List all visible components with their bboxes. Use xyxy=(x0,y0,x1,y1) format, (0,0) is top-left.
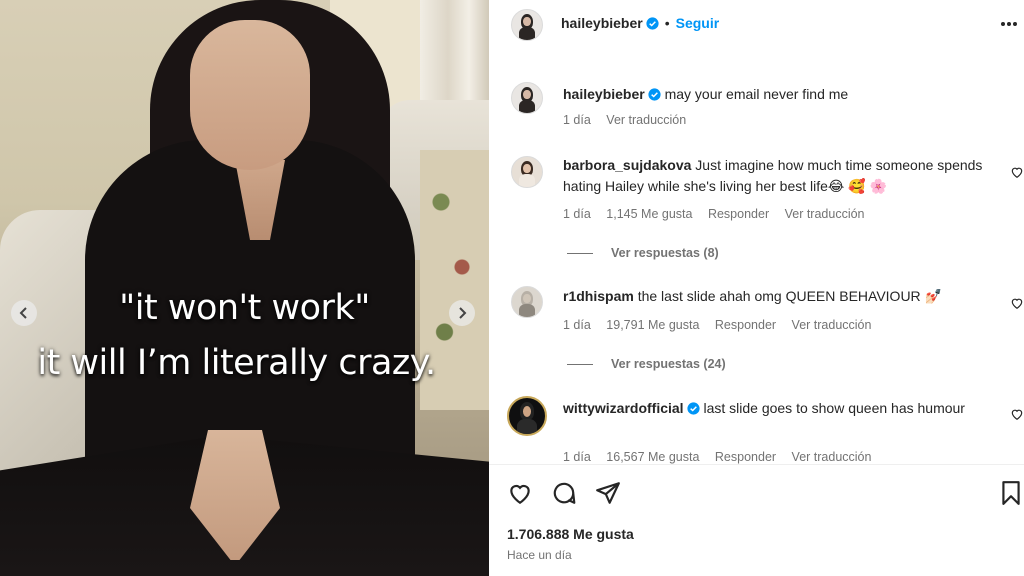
translate-link[interactable]: Ver traducción xyxy=(792,450,872,464)
separator: • xyxy=(664,15,670,31)
next-slide-button[interactable] xyxy=(449,300,475,326)
send-icon[interactable] xyxy=(595,480,621,506)
heart-icon[interactable] xyxy=(1010,407,1024,421)
post-details-pane: haileybieber • Seguir haileybieber may you… xyxy=(489,0,1024,576)
comment-icon[interactable] xyxy=(551,480,577,506)
translate-link[interactable]: Ver traducción xyxy=(785,207,865,221)
verified-badge-icon xyxy=(648,88,661,101)
comment-time: 1 día xyxy=(563,450,591,464)
chevron-right-icon xyxy=(459,307,467,319)
comment-likes[interactable]: 1,145 Me gusta xyxy=(606,207,692,221)
comment-meta: 1 día Ver traducción xyxy=(563,113,698,127)
post-media[interactable]: "it won't work" it will I’m literally cr… xyxy=(0,0,489,576)
bookmark-icon[interactable] xyxy=(998,480,1024,506)
caption-comment: haileybieber may your email never find m… xyxy=(489,80,1024,140)
avatar[interactable] xyxy=(511,156,543,188)
comment-username[interactable]: haileybieber xyxy=(563,86,645,102)
comment-item: barbora_sujdakova Just imagine how much … xyxy=(489,152,1024,262)
comment-item: r1dhispam the last slide ahah omg QUEEN … xyxy=(489,284,1024,384)
more-options-icon[interactable] xyxy=(1000,21,1018,27)
reply-button[interactable]: Responder xyxy=(715,450,776,464)
comment-likes[interactable]: 16,567 Me gusta xyxy=(606,450,699,464)
post-likes[interactable]: 1.706.888 Me gusta xyxy=(507,526,634,542)
view-replies-button[interactable]: Ver respuestas (8) xyxy=(567,246,719,260)
media-caption-line1: "it won't work" xyxy=(119,288,370,328)
view-replies-button[interactable]: Ver respuestas (24) xyxy=(567,357,726,371)
person-face xyxy=(190,20,310,170)
comment-username[interactable]: wittywizardofficial xyxy=(563,400,684,416)
follow-button[interactable]: Seguir xyxy=(676,15,720,31)
comment-time: 1 día xyxy=(563,113,591,127)
chevron-left-icon xyxy=(19,307,27,319)
comment-item: wittywizardofficial last slide goes to s… xyxy=(489,396,1024,466)
translate-link[interactable]: Ver traducción xyxy=(606,113,686,127)
avatar[interactable] xyxy=(511,9,543,41)
avatar[interactable] xyxy=(511,82,543,114)
media-caption-line2: it will I’m literally crazy. xyxy=(37,343,436,383)
comment-text: last slide goes to show queen has humour xyxy=(703,400,965,416)
comment-meta: 1 día 19,791 Me gusta Responder Ver trad… xyxy=(563,318,883,332)
translate-link[interactable]: Ver traducción xyxy=(792,318,872,332)
heart-icon[interactable] xyxy=(1010,296,1024,310)
comment-time: 1 día xyxy=(563,318,591,332)
reply-button[interactable]: Responder xyxy=(715,318,776,332)
comment-username[interactable]: barbora_sujdakova xyxy=(563,157,691,173)
comment-time: 1 día xyxy=(563,207,591,221)
comment-meta: 1 día 16,567 Me gusta Responder Ver trad… xyxy=(563,450,883,464)
divider xyxy=(489,464,1024,465)
heart-icon[interactable] xyxy=(507,480,533,506)
previous-slide-button[interactable] xyxy=(11,300,37,326)
verified-badge-icon xyxy=(686,402,700,415)
avatar[interactable] xyxy=(511,286,543,318)
heart-icon[interactable] xyxy=(1010,165,1024,179)
comment-likes[interactable]: 19,791 Me gusta xyxy=(606,318,699,332)
comment-username[interactable]: r1dhispam xyxy=(563,288,634,304)
avatar[interactable] xyxy=(507,396,547,436)
comment-text: may your email never find me xyxy=(664,86,849,102)
comment-meta: 1 día 1,145 Me gusta Responder Ver tradu… xyxy=(563,207,877,221)
comment-text: the last slide ahah omg QUEEN BEHAVIOUR … xyxy=(637,288,942,304)
reply-button[interactable]: Responder xyxy=(708,207,769,221)
verified-badge-icon xyxy=(646,17,659,30)
post-header: haileybieber • Seguir xyxy=(489,0,1024,47)
header-username[interactable]: haileybieber xyxy=(561,15,643,31)
post-time: Hace un día xyxy=(507,548,572,562)
